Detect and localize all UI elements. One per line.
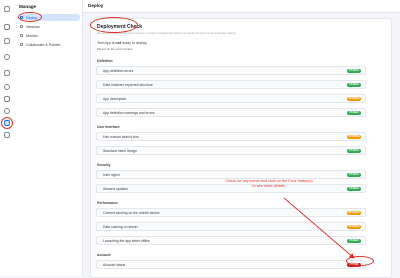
- check-label: Standard menu design: [103, 148, 138, 153]
- check-label: App definition warnings and errors: [103, 110, 155, 115]
- sidebar-item-monitor[interactable]: Monitor: [20, 32, 80, 39]
- check-row: Data matches expected structure PASSED: [96, 80, 366, 89]
- check-row: Standard menu design PASSED: [96, 146, 366, 155]
- sidebar-item-label: Versions: [26, 24, 40, 29]
- section-user-interface: User Interface: [97, 125, 120, 129]
- error-highlight-oval: [346, 256, 374, 266]
- check-row: App description WARNING: [96, 94, 366, 103]
- collaborate-icon: [20, 43, 23, 46]
- sidebar-item-label: Monitor: [26, 33, 38, 38]
- deployment-check-card: Deployment Check Run a quick check on yo…: [90, 18, 392, 278]
- automation-icon[interactable]: [4, 70, 10, 76]
- check-label: Launching the app when offline: [103, 238, 150, 243]
- data-icon[interactable]: [4, 24, 10, 30]
- title-highlight-oval: [90, 17, 138, 33]
- check-row: Data caching on server WARNING: [96, 222, 366, 231]
- section-performance: Performance: [97, 201, 118, 205]
- deploy-status: Test App is not ready to deploy.: [97, 41, 147, 45]
- sidebar-title: Manage: [19, 4, 37, 9]
- monitor-icon: [20, 34, 23, 37]
- status-badge[interactable]: WARNING: [347, 225, 361, 230]
- annotation-text: Check for any errors and click on the Er…: [225, 179, 313, 188]
- status-badge[interactable]: WARNING: [347, 211, 361, 216]
- check-row: User signin PASSED: [96, 170, 366, 179]
- page-header: Deploy: [83, 0, 400, 13]
- status-bold: not: [115, 41, 121, 45]
- status-prefix: Test App is: [97, 41, 115, 45]
- check-row: Content caching on the mobile device WAR…: [96, 208, 366, 217]
- check-label: App definition errors: [103, 68, 134, 73]
- check-row: App definition errors PASSED: [96, 66, 366, 75]
- icon-rail: [0, 0, 15, 276]
- status-badge[interactable]: PASSED: [347, 173, 361, 178]
- page-title: Deploy: [88, 3, 104, 8]
- learn-icon[interactable]: [4, 132, 10, 138]
- manage-icon-highlight: [1, 117, 13, 129]
- check-label: App description: [103, 96, 127, 101]
- check-label: Content caching on the mobile device: [103, 210, 160, 215]
- status-badge[interactable]: PASSED: [347, 111, 361, 116]
- card-subtitle: Run a quick check on your app to ensure …: [97, 32, 236, 35]
- views-icon[interactable]: [4, 38, 10, 44]
- versions-icon: [20, 25, 23, 28]
- status-badge[interactable]: WARNING: [347, 135, 361, 140]
- check-label: Data matches expected structure: [103, 82, 153, 87]
- intelligence-icon[interactable]: [4, 84, 10, 90]
- home-icon[interactable]: [4, 6, 10, 12]
- check-row: App definition warnings and errors PASSE…: [96, 108, 366, 117]
- check-row: Launching the app when offline PASSED: [96, 236, 366, 245]
- check-row: Use custom launch icon WARNING: [96, 132, 366, 141]
- settings-icon[interactable]: [4, 108, 10, 114]
- check-label: Account status: [103, 262, 126, 267]
- sidebar-item-collaborate[interactable]: Collaborate & Publish: [20, 41, 80, 48]
- manage-sidebar: Manage Deploy Versions Monitor Collabora…: [14, 0, 83, 276]
- status-badge[interactable]: WARNING: [347, 97, 361, 102]
- section-definition: Definition: [97, 59, 113, 63]
- check-label: Allowed updates: [103, 186, 128, 191]
- status-badge[interactable]: PASSED: [347, 149, 361, 154]
- status-note: Please fix the errors below.: [97, 47, 134, 51]
- security-icon[interactable]: [4, 96, 10, 102]
- sidebar-item-label: Collaborate & Publish: [26, 42, 61, 47]
- deploy-highlight-oval: [18, 12, 42, 22]
- status-badge[interactable]: PASSED: [347, 239, 361, 244]
- status-badge[interactable]: PASSED: [347, 83, 361, 88]
- check-row: Account status ERROR: [96, 260, 366, 269]
- check-label: Data caching on server: [103, 224, 138, 229]
- section-security: Security: [97, 163, 111, 167]
- check-label: User signin: [103, 172, 120, 177]
- status-suffix: ready to deploy.: [121, 41, 148, 45]
- actions-icon[interactable]: [4, 54, 10, 60]
- status-badge[interactable]: PASSED: [347, 69, 361, 74]
- check-label: Use custom launch icon: [103, 134, 139, 139]
- sidebar-item-versions[interactable]: Versions: [20, 23, 80, 30]
- status-badge[interactable]: PASSED: [347, 187, 361, 192]
- section-account: Account: [97, 253, 111, 257]
